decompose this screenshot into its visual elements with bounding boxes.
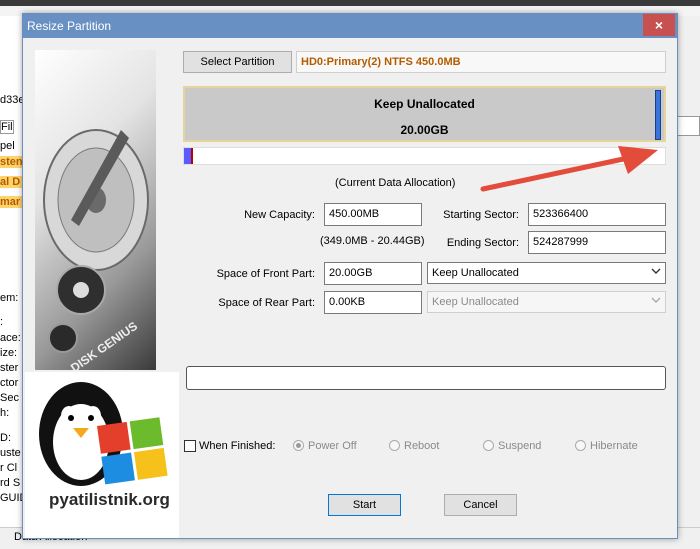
partition-bar-size: 20.00GB xyxy=(400,123,449,137)
watermark-site-text: pyatilistnik.org xyxy=(49,490,170,509)
when-finished-checkbox[interactable] xyxy=(184,440,196,452)
bg-fragment: uste xyxy=(0,447,21,459)
progress-bar xyxy=(186,366,666,390)
current-allocation-label: (Current Data Allocation) xyxy=(335,177,456,189)
bg-fragment: r Cl xyxy=(0,462,18,474)
partition-resize-handle[interactable] xyxy=(655,90,661,140)
bg-fragment: GUID xyxy=(0,492,22,504)
when-finished-label: When Finished: xyxy=(199,440,276,452)
background-right-column xyxy=(676,16,700,548)
radio-power-off-label: Power Off xyxy=(308,440,357,452)
close-icon: × xyxy=(654,17,664,33)
bg-right-box xyxy=(676,116,700,136)
chevron-down-icon xyxy=(651,268,661,274)
bg-fragment: D: xyxy=(0,432,11,444)
radio-reboot[interactable] xyxy=(389,440,400,451)
ending-sector-label: Ending Sector: xyxy=(446,237,519,249)
bg-fragment: mar xyxy=(0,196,22,208)
select-partition-button[interactable]: Select Partition xyxy=(183,51,292,73)
bg-fragment: h: xyxy=(0,407,10,419)
bg-fragment: : xyxy=(0,316,4,328)
bg-fragment: em: xyxy=(0,292,19,304)
radio-hibernate[interactable] xyxy=(575,440,586,451)
bg-fragment: sten xyxy=(0,156,23,168)
chevron-down-icon xyxy=(651,297,661,303)
radio-suspend[interactable] xyxy=(483,440,494,451)
rear-part-select: Keep Unallocated xyxy=(427,291,666,313)
rear-part-input[interactable]: 0.00KB xyxy=(324,291,422,314)
bg-fragment: ctor xyxy=(0,377,19,389)
front-part-label: Space of Front Part: xyxy=(216,268,315,280)
bg-fragment: rd S xyxy=(0,477,21,489)
partition-bar-name: Keep Unallocated xyxy=(374,97,475,111)
radio-reboot-label: Reboot xyxy=(404,440,440,452)
dialog-title: Resize Partition xyxy=(27,19,112,33)
watermark-logo: pyatilistnik.org xyxy=(25,372,179,538)
bg-fragment: ize: xyxy=(0,347,18,359)
new-capacity-input[interactable]: 450.00MB xyxy=(324,203,422,226)
allocation-marker xyxy=(184,148,193,164)
penguin-logo-icon xyxy=(39,382,168,486)
partition-bar[interactable]: Keep Unallocated 20.00GB xyxy=(183,86,666,142)
dialog-titlebar[interactable]: Resize Partition × xyxy=(23,14,677,38)
radio-suspend-label: Suspend xyxy=(498,440,542,452)
radio-hibernate-label: Hibernate xyxy=(590,440,638,452)
new-capacity-label: New Capacity: xyxy=(244,209,315,221)
front-part-option: Keep Unallocated xyxy=(432,267,519,279)
bg-fragment: ster xyxy=(0,362,19,374)
front-part-select[interactable]: Keep Unallocated xyxy=(427,262,666,284)
disk-genius-side-image: DISK GENIUS xyxy=(35,50,156,370)
rear-part-option: Keep Unallocated xyxy=(432,296,519,308)
radio-power-off[interactable] xyxy=(293,440,304,451)
front-part-input[interactable]: 20.00GB xyxy=(324,262,422,285)
starting-sector-label: Starting Sector: xyxy=(443,209,519,221)
bg-fragment: Sec xyxy=(0,392,19,404)
bg-fragment: al D xyxy=(0,176,22,188)
cancel-button[interactable]: Cancel xyxy=(444,494,517,516)
rear-part-label: Space of Rear Part: xyxy=(218,297,315,309)
capacity-range-label: (349.0MB - 20.44GB) xyxy=(320,235,425,247)
starting-sector-input[interactable]: 523366400 xyxy=(528,203,666,226)
bg-fragment: Fil xyxy=(0,120,14,134)
bg-fragment: ace: xyxy=(0,332,21,344)
resize-partition-dialog: Resize Partition × DISK GENIUS pyatilist… xyxy=(22,13,678,539)
ending-sector-input[interactable]: 524287999 xyxy=(528,231,666,254)
background-left-column: d33e Fil pel sten al D mar em: : ace: iz… xyxy=(0,16,23,548)
bg-fragment: d33e xyxy=(0,94,23,106)
partition-name-field: HD0:Primary(2) NTFS 450.0MB xyxy=(296,51,666,73)
bg-fragment: pel xyxy=(0,140,15,152)
close-button[interactable]: × xyxy=(643,14,675,36)
start-button[interactable]: Start xyxy=(328,494,401,516)
